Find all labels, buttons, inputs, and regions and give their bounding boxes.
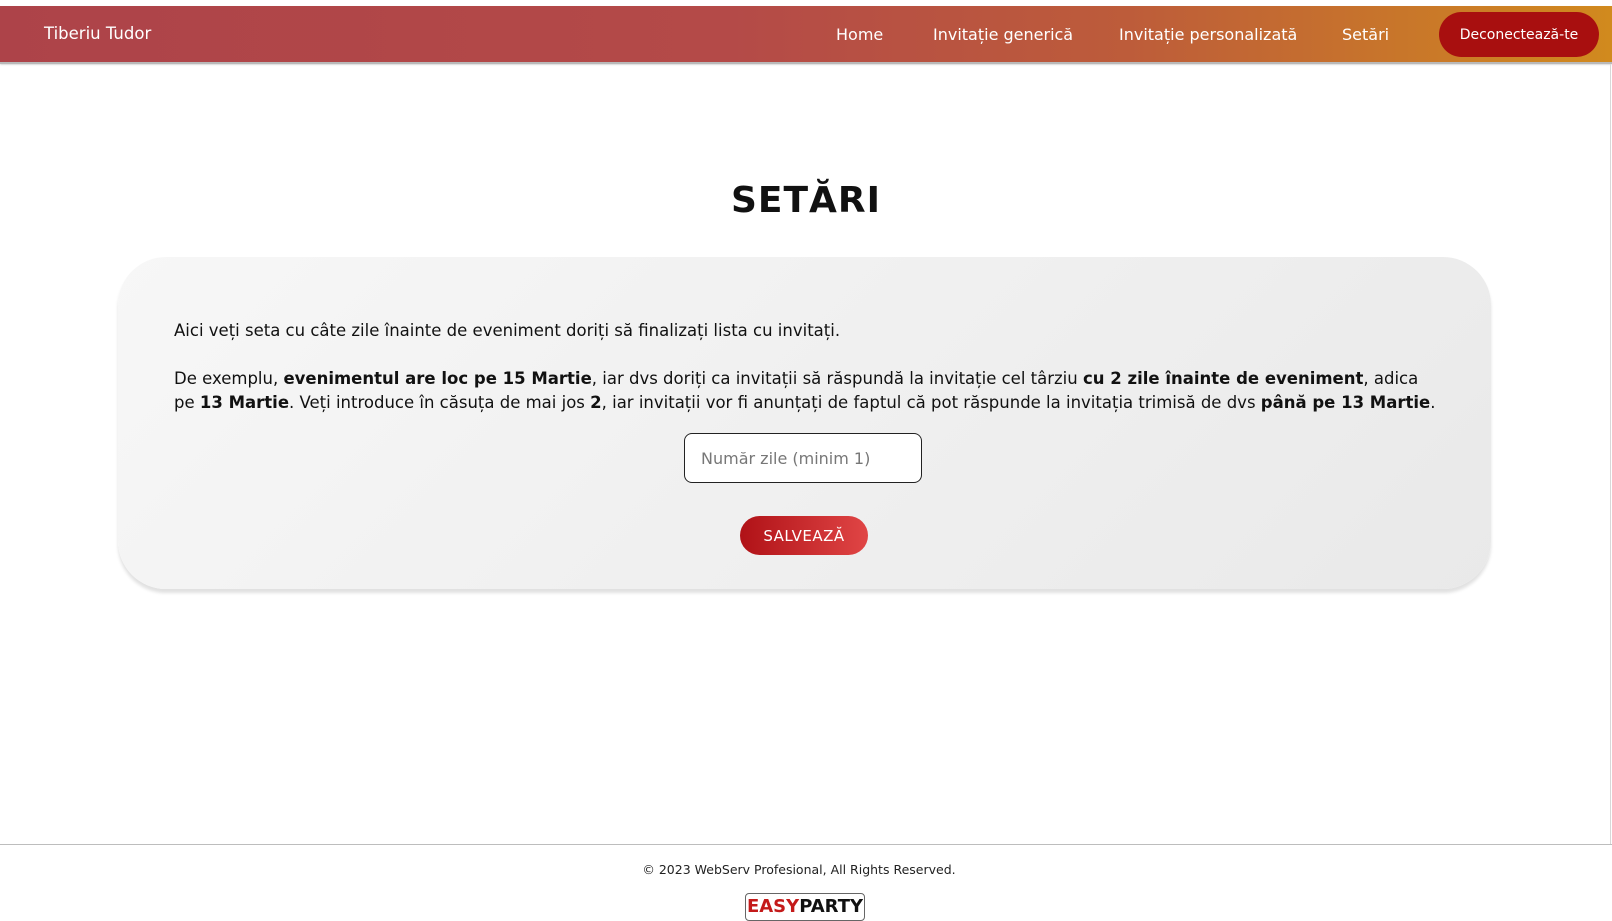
easy-party-logo: EASYPARTY bbox=[745, 893, 865, 921]
example-bold-event-date: evenimentul are loc pe 15 Martie bbox=[283, 369, 592, 388]
example-text-part: . Veți introduce în căsuța de mai jos bbox=[289, 393, 591, 412]
days-input[interactable] bbox=[684, 433, 922, 483]
example-text: De exemplu, evenimentul are loc pe 15 Ma… bbox=[174, 367, 1439, 415]
logout-button[interactable]: Deconectează-te bbox=[1439, 12, 1599, 57]
intro-text: Aici veți seta cu câte zile înainte de e… bbox=[174, 321, 841, 340]
settings-card: Aici veți seta cu câte zile înainte de e… bbox=[118, 257, 1491, 589]
example-bold-deadline: 13 Martie bbox=[199, 393, 290, 412]
logo-word-party: PARTY bbox=[799, 896, 864, 917]
example-bold-number: 2 bbox=[590, 393, 602, 412]
nav-settings[interactable]: Setări bbox=[1342, 25, 1389, 44]
example-text-part: De exemplu, bbox=[174, 369, 284, 388]
top-navbar: Tiberiu Tudor Home Invitație generică In… bbox=[0, 6, 1612, 62]
example-bold-days-before: cu 2 zile înainte de eveniment bbox=[1082, 369, 1364, 388]
nav-generic-invitation[interactable]: Invitație generică bbox=[933, 25, 1073, 44]
example-bold-until-date: până pe 13 Martie bbox=[1260, 393, 1431, 412]
copyright-text: © 2023 WebServ Profesional, All Rights R… bbox=[642, 862, 956, 877]
page-title: SETĂRI bbox=[730, 180, 882, 221]
example-text-part: . bbox=[1430, 393, 1436, 412]
logo-word-easy: EASY bbox=[746, 896, 800, 917]
example-text-part: , iar dvs doriți ca invitații să răspund… bbox=[591, 369, 1083, 388]
footer-divider bbox=[0, 844, 1612, 845]
brand-name[interactable]: Tiberiu Tudor bbox=[44, 24, 151, 43]
save-button[interactable]: SALVEAZĂ bbox=[740, 516, 868, 555]
nav-personalized-invitation[interactable]: Invitație personalizată bbox=[1119, 25, 1297, 44]
example-text-part: , iar invitații vor fi anunțați de faptu… bbox=[601, 393, 1261, 412]
nav-home[interactable]: Home bbox=[836, 25, 883, 44]
